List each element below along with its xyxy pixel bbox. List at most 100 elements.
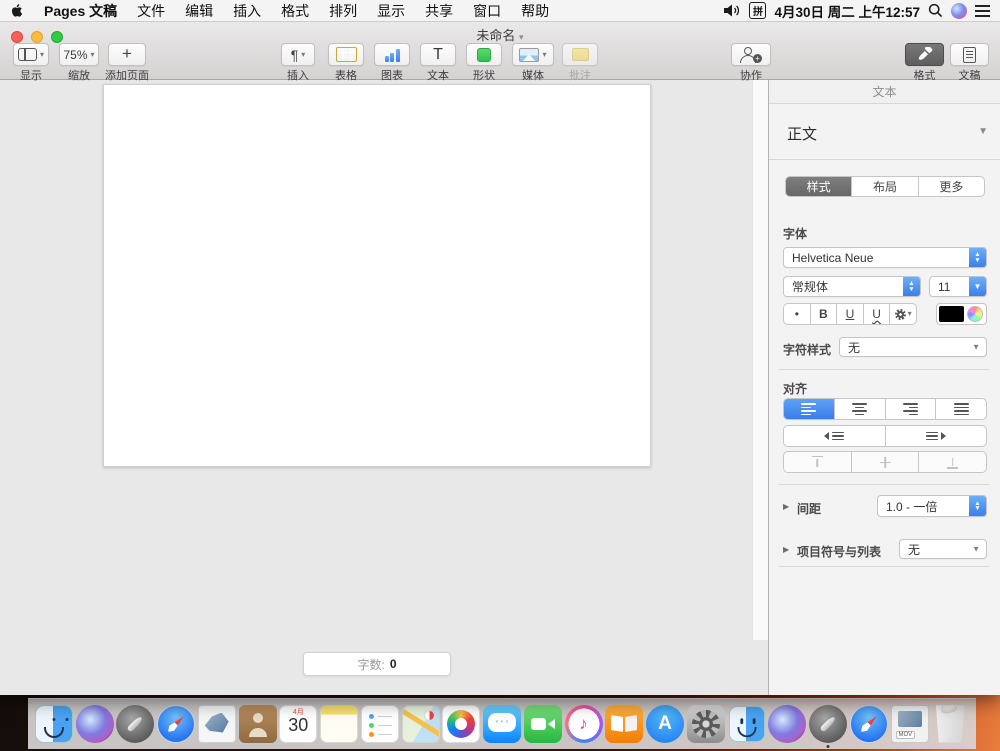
spacing-disclosure-icon[interactable]: ▶ <box>783 502 789 511</box>
divider <box>779 369 990 370</box>
dock-mail-icon[interactable] <box>197 704 236 743</box>
collaborate-button[interactable]: + <box>731 43 771 66</box>
document-sidebar-button[interactable] <box>950 43 989 66</box>
volume-icon[interactable] <box>724 4 741 17</box>
spotlight-search-icon[interactable] <box>928 3 943 18</box>
font-size-select[interactable]: 11 ▼ <box>929 276 987 297</box>
divider <box>779 566 990 567</box>
bullets-disclosure-icon[interactable]: ▶ <box>783 545 789 554</box>
menu-view[interactable]: 显示 <box>367 0 415 22</box>
view-button[interactable]: ▾ <box>13 43 49 66</box>
media-button[interactable]: ▾ <box>512 43 554 66</box>
dock-siri-icon[interactable] <box>75 704 114 743</box>
menu-edit[interactable]: 编辑 <box>175 0 223 22</box>
dock-safari-alt-icon[interactable] <box>849 704 888 743</box>
menu-help[interactable]: 帮助 <box>511 0 559 22</box>
dock-launchpad-alt-icon[interactable] <box>809 704 847 743</box>
add-page-button[interactable]: + <box>108 43 146 66</box>
menu-format[interactable]: 格式 <box>271 0 319 22</box>
stepper-icon[interactable]: ▲ ▼ <box>903 277 920 296</box>
underline-wavy-button[interactable]: U <box>862 304 890 324</box>
dock-books-icon[interactable] <box>605 704 644 743</box>
notification-center-icon[interactable] <box>975 5 990 7</box>
dock-reminders-icon[interactable] <box>360 704 399 743</box>
dock-siri-alt-icon[interactable] <box>768 704 807 743</box>
panel-title: 文本 <box>769 80 1000 104</box>
chart-button[interactable] <box>374 43 410 66</box>
menu-file[interactable]: 文件 <box>127 0 175 22</box>
font-style-buttons: • B U U ▾ <box>783 303 917 325</box>
dock-finder-alt-icon[interactable] <box>728 705 765 742</box>
valign-bottom-button[interactable] <box>918 452 986 472</box>
align-center-button[interactable] <box>833 399 885 419</box>
plus-icon: + <box>122 44 132 63</box>
dock-itunes-icon[interactable] <box>564 704 603 743</box>
align-justify-button[interactable] <box>935 399 986 419</box>
document-page[interactable] <box>103 84 651 467</box>
emphasis-dot-button[interactable]: • <box>784 304 810 324</box>
align-right-button[interactable] <box>884 399 936 419</box>
zoom-dropdown[interactable]: 75% ▾ <box>59 43 99 66</box>
dock-settings-icon[interactable] <box>686 704 725 743</box>
dock-photos-icon[interactable] <box>442 704 481 743</box>
zoom-label: 缩放 <box>68 70 90 82</box>
paragraph-style-row[interactable]: 正文 ▼ <box>769 104 1000 160</box>
dock-maps-icon[interactable] <box>401 704 440 743</box>
shape-button[interactable] <box>466 43 502 66</box>
input-method-icon[interactable]: 拼 <box>749 2 767 19</box>
siri-menu-icon[interactable] <box>951 2 967 19</box>
word-count-pill[interactable]: 字数: 0 <box>303 652 451 676</box>
align-justify-icon <box>953 403 969 415</box>
color-wheel-button[interactable] <box>967 306 983 322</box>
align-left-button[interactable] <box>784 399 834 419</box>
menu-insert[interactable]: 插入 <box>223 0 271 22</box>
increase-indent-button[interactable] <box>884 426 987 446</box>
dock-appstore-icon[interactable] <box>646 704 684 743</box>
shape-icon <box>477 47 491 62</box>
menu-app[interactable]: Pages 文稿 <box>34 0 127 22</box>
menu-clock[interactable]: 4月30日 周二 上午12:57 <box>774 1 920 21</box>
chevron-down-icon: ▼ <box>972 544 980 554</box>
tab-layout[interactable]: 布局 <box>851 177 917 196</box>
character-style-select[interactable]: 无 ▼ <box>839 337 987 357</box>
text-box-button[interactable]: T <box>420 43 456 66</box>
vertical-align-buttons <box>783 451 987 473</box>
apple-menu[interactable] <box>0 3 34 18</box>
comment-button[interactable] <box>562 43 598 66</box>
scrollbar-track[interactable] <box>752 80 768 640</box>
stepper-icon[interactable]: ▲ ▼ <box>969 248 986 267</box>
table-button[interactable] <box>328 43 364 66</box>
underline-button[interactable]: U <box>836 304 863 324</box>
dock-calendar-icon[interactable]: 4月 30 <box>279 704 318 743</box>
valign-top-button[interactable] <box>784 452 851 472</box>
dock-messages-icon[interactable] <box>483 704 521 743</box>
menu-window[interactable]: 窗口 <box>463 0 511 22</box>
bullets-select[interactable]: 无 ▼ <box>899 539 987 559</box>
text-color-well[interactable] <box>939 306 964 322</box>
dock-contacts-icon[interactable] <box>238 704 277 743</box>
text-options-button[interactable]: ▾ <box>889 304 916 324</box>
align-right-icon <box>902 403 918 415</box>
dock-finder-icon[interactable] <box>34 704 73 743</box>
dock-trash-icon[interactable] <box>935 705 965 743</box>
chevron-down-icon[interactable]: ▼ <box>969 277 986 296</box>
spacing-select[interactable]: 1.0 - 一倍 ▲ ▼ <box>877 495 987 517</box>
dock-launchpad-icon[interactable] <box>116 704 155 743</box>
typeface-select[interactable]: 常规体 ▲ ▼ <box>783 276 921 297</box>
tab-more[interactable]: 更多 <box>917 177 984 196</box>
bold-button[interactable]: B <box>809 304 837 324</box>
format-sidebar-button[interactable] <box>905 43 944 66</box>
dock-mov-file-icon[interactable]: MOV <box>890 704 929 743</box>
menu-share[interactable]: 共享 <box>415 0 463 22</box>
valign-middle-button[interactable] <box>850 452 919 472</box>
font-family-select[interactable]: Helvetica Neue ▲ ▼ <box>783 247 987 268</box>
dock-facetime-icon[interactable] <box>523 704 562 743</box>
insert-button[interactable]: ¶ ▾ <box>281 43 315 66</box>
menu-arrange[interactable]: 排列 <box>319 0 367 22</box>
dock-notes-icon[interactable] <box>320 704 358 743</box>
dock-safari-icon[interactable] <box>157 704 195 743</box>
stepper-icon[interactable]: ▲ ▼ <box>969 496 986 516</box>
tab-style[interactable]: 样式 <box>786 177 852 196</box>
decrease-indent-button[interactable] <box>784 426 885 446</box>
document-title[interactable]: 未命名 ▾ <box>0 25 1000 44</box>
